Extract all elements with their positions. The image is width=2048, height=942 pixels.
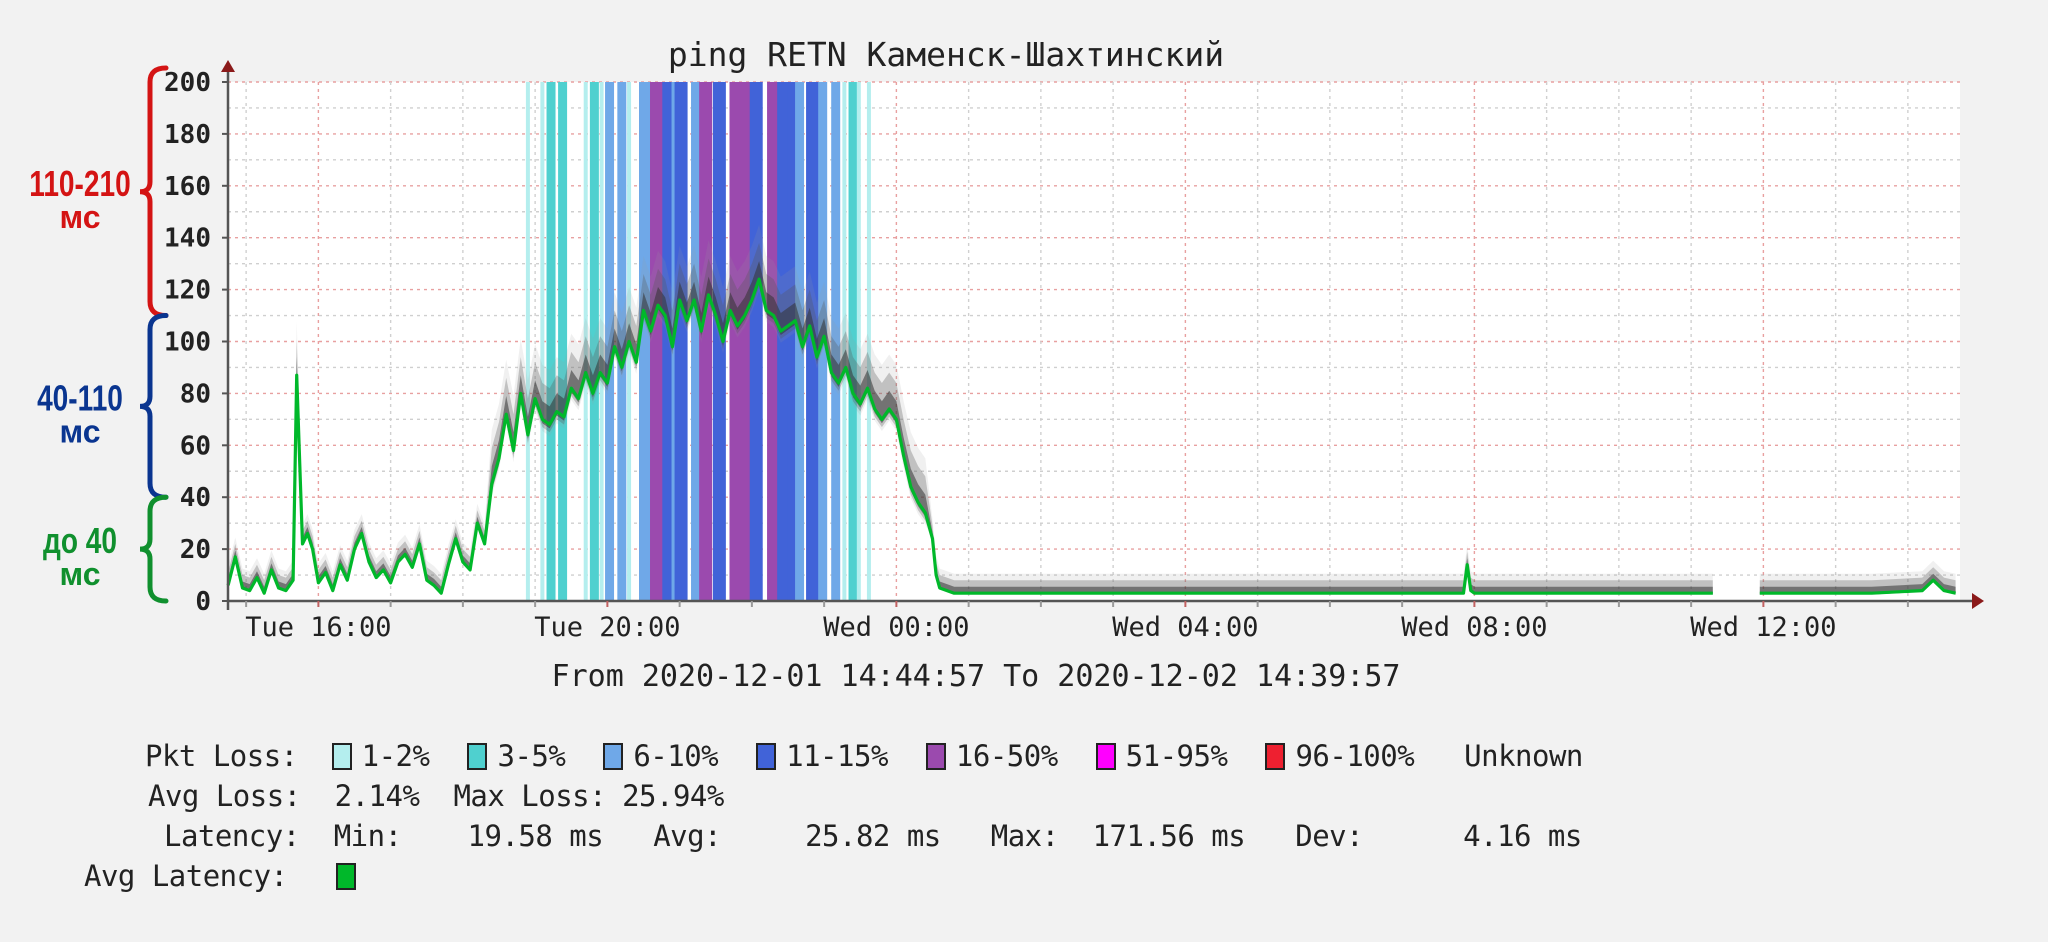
x-tick-label: Wed 04:00 [1112, 612, 1258, 643]
range-unit: мс [59, 556, 100, 592]
chart-subtitle: From 2020-12-01 14:44:57 To 2020-12-02 1… [552, 659, 1401, 694]
max-loss-value: 25.94% [622, 779, 724, 813]
loss-band [558, 82, 568, 601]
pkt-loss-legend-item: 3-5% [467, 739, 566, 773]
x-tick-label: Wed 08:00 [1401, 612, 1547, 643]
range-unit: мс [59, 413, 100, 449]
pkt-loss-swatch [1095, 742, 1116, 770]
pkt-loss-range-label: 11-15% [786, 739, 888, 773]
loss-band [674, 82, 688, 601]
range-brace [139, 494, 169, 604]
latency-row: Latency: Min: 19.58 ms Avg: 25.82 ms Max… [164, 818, 1582, 854]
range-unit: мс [59, 199, 100, 235]
y-tick-label: 0 [195, 587, 211, 617]
min-label: Min: [333, 819, 402, 853]
pkt-loss-items: 1-2% 3-5% 6-10% 11-15% 16-50% 51-95% 96-100% [331, 739, 1453, 773]
range-brace [139, 65, 169, 319]
y-axis-arrow [221, 60, 235, 72]
pkt-loss-swatch [756, 742, 777, 770]
dev-value: 4.16 ms [1463, 819, 1582, 853]
pkt-loss-range-label: 6-10% [633, 739, 719, 773]
pkt-loss-row: Pkt Loss: 1-2% 3-5% 6-10% 11-15% 16-50% 51-95… [145, 738, 1583, 774]
x-tick-label: Tue 20:00 [534, 612, 680, 643]
pkt-loss-swatch [925, 742, 946, 770]
chart-title: ping RETN Каменск-Шахтинский [668, 35, 1224, 74]
range-brace [139, 313, 169, 500]
y-tick-label: 160 [164, 172, 211, 202]
range-label: до 40 [43, 521, 117, 561]
pkt-loss-legend-item: 16-50% [925, 739, 1058, 773]
x-tick-label: Wed 00:00 [823, 612, 969, 643]
x-tick-label: Wed 12:00 [1690, 612, 1836, 643]
pkt-loss-swatch [467, 742, 488, 770]
legend: Pkt Loss: 1-2% 3-5% 6-10% 11-15% 16-50% 51-95… [0, 0, 1583, 893]
loss-band [691, 82, 701, 601]
y-tick-label: 140 [164, 224, 211, 254]
pkt-loss-range-label: 1-2% [361, 739, 430, 773]
y-tick-label: 40 [180, 483, 211, 513]
y-tick-label: 120 [164, 276, 211, 306]
avg-loss-row: Avg Loss: 2.14% Max Loss: 25.94% [148, 778, 724, 814]
avg-label: Avg: [653, 819, 722, 853]
pkt-loss-range-label: 3-5% [497, 739, 566, 773]
avg-value: 25.82 ms [805, 819, 941, 853]
pkt-loss-legend-item: 51-95% [1095, 739, 1228, 773]
pkt-loss-legend-item: 96-100% [1265, 739, 1415, 773]
y-tick-label: 200 [164, 68, 211, 98]
pkt-loss-swatch [331, 742, 352, 770]
loss-band [540, 82, 545, 601]
min-value: 19.58 ms [467, 819, 604, 853]
avg-latency-swatch [335, 862, 356, 890]
y-tick-label: 180 [164, 120, 211, 150]
pkt-loss-range-label: 51-95% [1125, 739, 1228, 773]
y-tick-label: 20 [180, 535, 211, 565]
x-tick-label: Tue 16:00 [245, 612, 391, 643]
pkt-loss-legend-item: 1-2% [331, 739, 430, 773]
max-label: Max: [990, 819, 1059, 853]
range-label: 110-210 [29, 163, 130, 203]
avg-latency-row: Avg Latency: [84, 858, 366, 894]
y-tick-label: 80 [180, 379, 211, 409]
latency-label: Latency: [164, 819, 300, 853]
loss-band [729, 82, 743, 601]
loss-band [856, 82, 861, 601]
y-tick-label: 60 [180, 431, 211, 461]
avg-loss-value: 2.14% [334, 779, 420, 813]
pkt-loss-swatch [603, 742, 624, 770]
loss-band [749, 82, 763, 601]
avg-loss-label: Avg Loss: [148, 779, 301, 813]
pkt-loss-range-label: 96-100% [1295, 739, 1415, 773]
avg-latency-label: Avg Latency: [84, 859, 288, 893]
pkt-loss-range-label: 16-50% [955, 739, 1058, 773]
range-annotations: 110-210мс40-110мсдо 40мс [29, 65, 169, 604]
pkt-loss-legend-item: 11-15% [756, 739, 888, 773]
loss-band [525, 82, 530, 601]
pkt-loss-swatch [1265, 742, 1286, 770]
pkt-loss-label: Pkt Loss: [145, 739, 298, 773]
pkt-loss-legend-item: 6-10% [603, 739, 719, 773]
loss-band [546, 82, 556, 601]
y-tick-label: 100 [164, 328, 211, 358]
max-loss-label: Max Loss: [453, 779, 607, 813]
max-value: 171.56 ms [1092, 819, 1246, 853]
loss-band [650, 82, 664, 601]
dev-label: Dev: [1295, 819, 1364, 853]
x-axis-arrow [1972, 593, 1984, 609]
range-label: 40-110 [37, 378, 123, 418]
y-tick-labels: 0 20 40 60 80 100 120 140 160 180 200 [164, 68, 211, 617]
unknown-label: Unknown [1464, 739, 1583, 773]
x-tick-labels: Tue 16:00 Tue 20:00 Wed 00:00 Wed 04:00 Wed … [245, 612, 1836, 643]
